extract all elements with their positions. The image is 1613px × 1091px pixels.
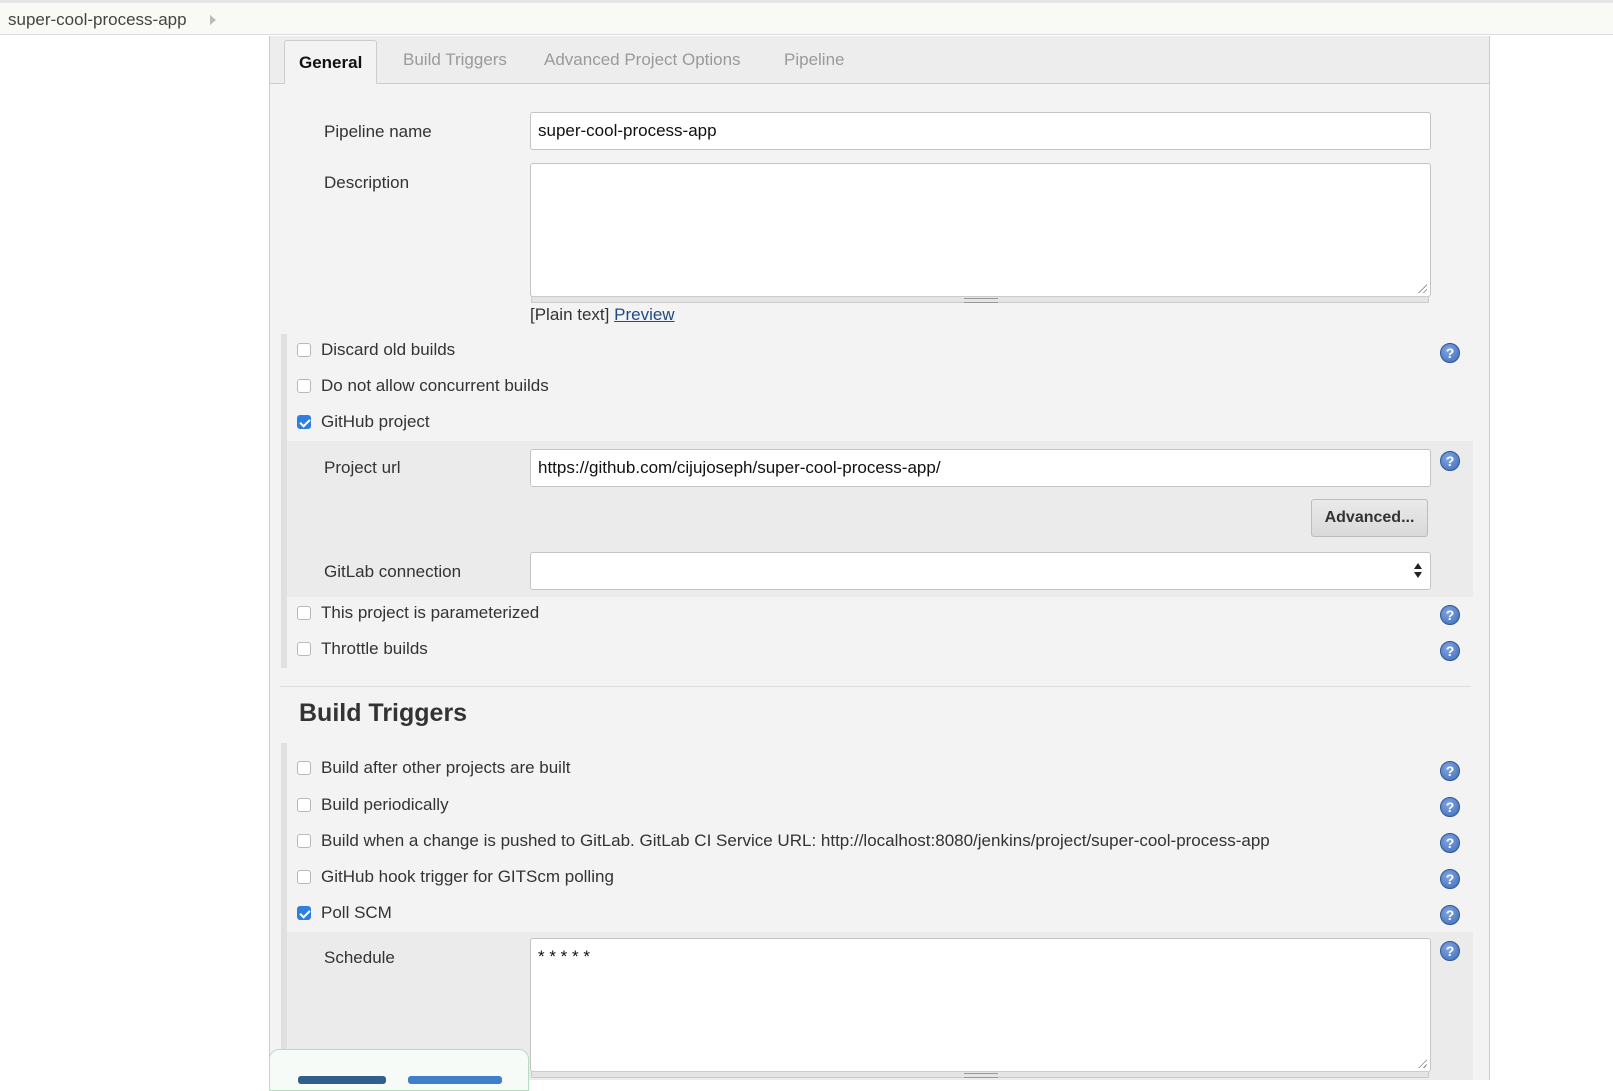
tab-pipeline[interactable]: Pipeline xyxy=(784,50,845,70)
advanced-button[interactable]: Advanced... xyxy=(1311,499,1428,537)
resize-handle-icon[interactable] xyxy=(1417,283,1427,293)
schedule-value: * * * * * xyxy=(538,947,590,966)
github-project-label: GitHub project xyxy=(321,412,430,431)
breadcrumb: super-cool-process-app xyxy=(0,0,1613,35)
project-url-label: Project url xyxy=(324,458,401,477)
after-other-projects-label: Build after other projects are built xyxy=(321,758,571,777)
schedule-textarea[interactable]: * * * * * xyxy=(530,938,1431,1072)
github-hook-label: GitHub hook trigger for GITScm polling xyxy=(321,867,614,886)
no-concurrent-builds-checkbox[interactable] xyxy=(297,379,311,393)
build-triggers-heading: Build Triggers xyxy=(299,699,468,727)
pipeline-name-input[interactable]: super-cool-process-app xyxy=(530,112,1431,150)
section-divider xyxy=(280,686,1471,687)
plain-text-label: [Plain text] xyxy=(530,305,610,324)
throttle-builds-label: Throttle builds xyxy=(321,639,428,658)
github-hook-checkbox[interactable] xyxy=(297,870,311,884)
gitlab-connection-select[interactable] xyxy=(530,552,1431,590)
tab-build-triggers[interactable]: Build Triggers xyxy=(403,50,507,70)
discard-old-builds-label: Discard old builds xyxy=(321,340,456,359)
build-periodically-label: Build periodically xyxy=(321,795,449,814)
throttle-builds-checkbox[interactable] xyxy=(297,642,311,656)
schedule-grip[interactable] xyxy=(531,1071,1429,1078)
help-icon[interactable]: ? xyxy=(1440,451,1460,471)
save-button[interactable] xyxy=(298,1076,386,1084)
description-textarea[interactable] xyxy=(530,163,1431,297)
project-url-input[interactable]: https://github.com/cijujoseph/super-cool… xyxy=(530,449,1431,487)
select-caret-icon xyxy=(1414,563,1422,579)
help-icon[interactable]: ? xyxy=(1440,343,1460,363)
resize-handle-icon[interactable] xyxy=(1417,1058,1427,1068)
no-concurrent-builds-label: Do not allow concurrent builds xyxy=(321,376,549,395)
help-icon[interactable]: ? xyxy=(1440,833,1460,853)
help-icon[interactable]: ? xyxy=(1440,905,1460,925)
tab-general[interactable]: General xyxy=(284,40,378,84)
parameterized-label: This project is parameterized xyxy=(321,603,540,622)
apply-button[interactable] xyxy=(408,1076,502,1084)
help-icon[interactable]: ? xyxy=(1440,761,1460,781)
help-icon[interactable]: ? xyxy=(1440,941,1460,961)
help-icon[interactable]: ? xyxy=(1440,641,1460,661)
help-icon[interactable]: ? xyxy=(1440,797,1460,817)
after-other-projects-checkbox[interactable] xyxy=(297,761,311,775)
poll-scm-label: Poll SCM xyxy=(321,903,392,922)
description-label: Description xyxy=(324,173,410,192)
parameterized-checkbox[interactable] xyxy=(297,606,311,620)
preview-link[interactable]: Preview xyxy=(614,305,674,324)
breadcrumb-arrow-icon[interactable] xyxy=(210,15,216,25)
gitlab-push-checkbox[interactable] xyxy=(297,834,311,848)
help-icon[interactable]: ? xyxy=(1440,869,1460,889)
bottom-button-bar xyxy=(269,1049,529,1091)
breadcrumb-project-link[interactable]: super-cool-process-app xyxy=(8,10,187,30)
schedule-label: Schedule xyxy=(324,948,395,967)
gitlab-push-label: Build when a change is pushed to GitLab.… xyxy=(321,831,1270,850)
tab-bar: General Build Triggers Advanced Project … xyxy=(270,36,1489,84)
help-icon[interactable]: ? xyxy=(1440,605,1460,625)
description-grip[interactable] xyxy=(531,296,1429,303)
tab-advanced-project-options[interactable]: Advanced Project Options xyxy=(544,50,741,70)
markup-format: [Plain text] Preview xyxy=(530,305,675,325)
pipeline-name-label: Pipeline name xyxy=(324,122,432,141)
github-project-checkbox[interactable] xyxy=(297,415,311,429)
discard-old-builds-checkbox[interactable] xyxy=(297,343,311,357)
gitlab-connection-label: GitLab connection xyxy=(324,562,462,581)
poll-scm-checkbox[interactable] xyxy=(297,906,311,920)
build-periodically-checkbox[interactable] xyxy=(297,798,311,812)
